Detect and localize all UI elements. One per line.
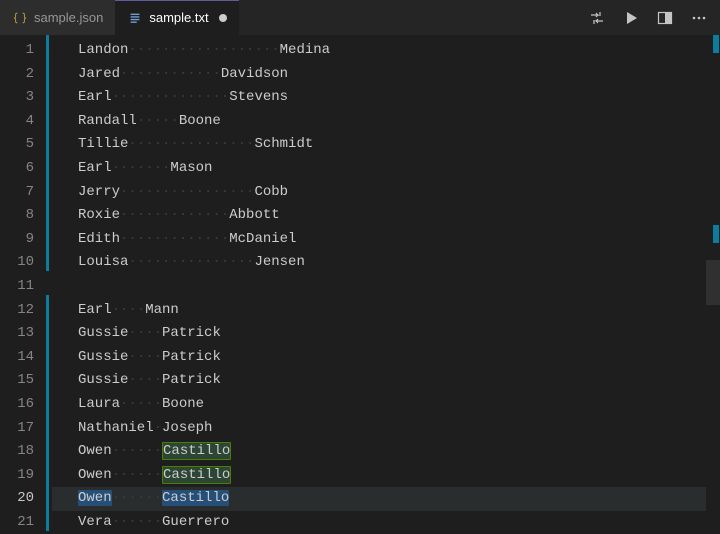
line-number: 17 bbox=[0, 417, 52, 441]
line-number: 3 bbox=[0, 86, 52, 110]
whitespace-dots: ···· bbox=[128, 349, 162, 365]
whitespace-dots: ···· bbox=[112, 302, 146, 318]
whitespace-dots: ······ bbox=[112, 443, 162, 459]
overview-ruler[interactable] bbox=[706, 35, 720, 531]
line-number: 10 bbox=[0, 251, 52, 275]
overview-marker bbox=[713, 225, 719, 243]
code-line[interactable]: Nathaniel·Joseph bbox=[78, 417, 720, 441]
line-number: 1 bbox=[0, 39, 52, 63]
line-number: 2 bbox=[0, 63, 52, 87]
whitespace-dots: ··············· bbox=[128, 254, 254, 270]
whitespace-dots: ················ bbox=[120, 184, 254, 200]
line-number: 4 bbox=[0, 110, 52, 134]
split-editor-icon[interactable] bbox=[656, 9, 674, 27]
tab-sample-txt[interactable]: sample.txt bbox=[115, 0, 238, 35]
text-icon bbox=[127, 10, 143, 26]
match-highlight: Castillo bbox=[162, 466, 231, 484]
code-line[interactable]: Edith·············McDaniel bbox=[78, 228, 720, 252]
selection-highlight: Castillo bbox=[162, 490, 229, 506]
code-line[interactable]: Tillie···············Schmidt bbox=[78, 133, 720, 157]
code-line[interactable]: Jared············Davidson bbox=[78, 63, 720, 87]
editor-content[interactable]: Landon··················MedinaJared·····… bbox=[52, 35, 720, 531]
line-number: 12 bbox=[0, 299, 52, 323]
code-line[interactable]: Owen······Castillo bbox=[78, 440, 720, 464]
code-line[interactable]: Roxie·············Abbott bbox=[78, 204, 720, 228]
more-actions-icon[interactable] bbox=[690, 9, 708, 27]
whitespace-dots: · bbox=[154, 420, 162, 436]
code-line[interactable]: Earl····Mann bbox=[78, 299, 720, 323]
compare-changes-icon[interactable] bbox=[588, 9, 606, 27]
tab-label: sample.txt bbox=[149, 10, 208, 25]
line-number: 15 bbox=[0, 369, 52, 393]
tabbar-actions bbox=[588, 0, 720, 35]
line-number: 16 bbox=[0, 393, 52, 417]
line-number: 8 bbox=[0, 204, 52, 228]
code-line[interactable]: Landon··················Medina bbox=[78, 39, 720, 63]
modified-indicator bbox=[219, 14, 227, 22]
line-number: 13 bbox=[0, 322, 52, 346]
selection-highlight: Owen bbox=[78, 490, 112, 506]
code-line[interactable]: Owen······Castillo bbox=[78, 464, 720, 488]
run-icon[interactable] bbox=[622, 9, 640, 27]
whitespace-dots: ······ bbox=[112, 490, 162, 506]
tab-label: sample.json bbox=[34, 10, 103, 25]
whitespace-dots: ······· bbox=[112, 160, 171, 176]
whitespace-dots: ······ bbox=[112, 467, 162, 483]
line-number: 9 bbox=[0, 228, 52, 252]
line-number: 18 bbox=[0, 440, 52, 464]
whitespace-dots: ············· bbox=[120, 231, 229, 247]
line-number: 7 bbox=[0, 181, 52, 205]
line-number: 14 bbox=[0, 346, 52, 370]
whitespace-dots: ····· bbox=[120, 396, 162, 412]
code-line[interactable]: Gussie····Patrick bbox=[78, 322, 720, 346]
code-line[interactable]: Earl·······Mason bbox=[78, 157, 720, 181]
code-line[interactable]: Randall·····Boone bbox=[78, 110, 720, 134]
code-line[interactable]: Louisa···············Jensen bbox=[78, 251, 720, 275]
whitespace-dots: ······ bbox=[112, 514, 162, 530]
line-number: 11 bbox=[0, 275, 52, 299]
match-highlight: Castillo bbox=[162, 442, 231, 460]
tab-sample-json[interactable]: sample.json bbox=[0, 0, 115, 35]
whitespace-dots: ····· bbox=[137, 113, 179, 129]
code-line[interactable]: Laura·····Boone bbox=[78, 393, 720, 417]
line-number: 5 bbox=[0, 133, 52, 157]
scrollbar-thumb[interactable] bbox=[706, 260, 720, 305]
line-number-gutter: 123456789101112131415161718192021 bbox=[0, 35, 52, 531]
line-number: 6 bbox=[0, 157, 52, 181]
code-line[interactable]: Jerry················Cobb bbox=[78, 181, 720, 205]
editor-area[interactable]: 123456789101112131415161718192021 Landon… bbox=[0, 35, 720, 531]
line-number: 19 bbox=[0, 464, 52, 488]
tab-bar: sample.json sample.txt bbox=[0, 0, 720, 35]
json-icon bbox=[12, 10, 28, 26]
line-number: 20 bbox=[0, 487, 52, 511]
code-line[interactable]: Gussie····Patrick bbox=[78, 369, 720, 393]
whitespace-dots: ············· bbox=[120, 207, 229, 223]
whitespace-dots: ·················· bbox=[128, 42, 279, 58]
code-line[interactable]: Earl··············Stevens bbox=[78, 86, 720, 110]
overview-marker bbox=[713, 35, 719, 53]
whitespace-dots: ···· bbox=[128, 325, 162, 341]
code-line[interactable]: Owen······Castillo bbox=[52, 487, 720, 511]
whitespace-dots: ··············· bbox=[128, 136, 254, 152]
whitespace-dots: ···· bbox=[128, 372, 162, 388]
whitespace-dots: ············ bbox=[120, 66, 221, 82]
code-line[interactable] bbox=[78, 275, 720, 299]
whitespace-dots: ·············· bbox=[112, 89, 230, 105]
code-line[interactable]: Gussie····Patrick bbox=[78, 346, 720, 370]
